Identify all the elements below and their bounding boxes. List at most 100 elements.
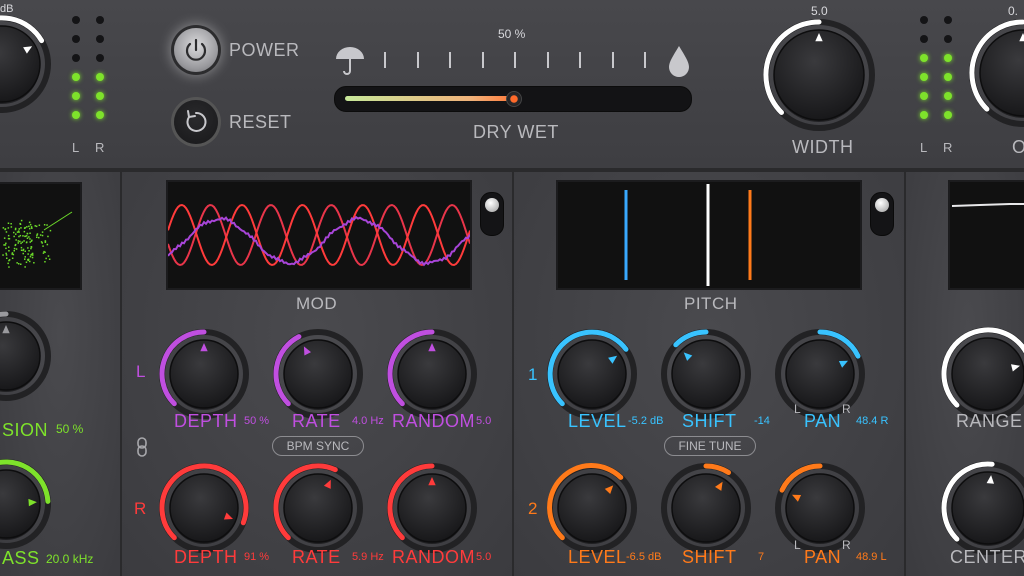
meter-led	[96, 111, 104, 119]
voice-2-shift-knob[interactable]	[660, 462, 752, 554]
right-knob-value: 0.	[1008, 4, 1019, 18]
scatter-dot	[23, 227, 26, 229]
pitch-display-toggle[interactable]	[870, 192, 894, 236]
voice-1-pan-l: L	[794, 402, 801, 416]
drywet-tick	[579, 52, 581, 68]
center-knob[interactable]	[940, 460, 1024, 556]
scatter-dot	[22, 252, 24, 255]
voice-1-shift-label: SHIFT	[682, 411, 737, 431]
scatter-dot	[30, 246, 32, 248]
left-panel-knob-2[interactable]	[0, 458, 52, 550]
scatter-dot	[28, 250, 30, 252]
input-gain-knob[interactable]	[0, 14, 52, 114]
scatter-dot	[11, 252, 14, 254]
scatter-dot	[14, 244, 16, 247]
meter-led	[920, 54, 928, 62]
center-label: CENTER	[950, 547, 1024, 567]
pitch-panel: PITCH 1 2 L R LEVEL -5.2 dB SHIFT -14 PA…	[512, 172, 906, 576]
pitch-row-2-label: 2	[528, 499, 538, 518]
scatter-line	[43, 211, 73, 231]
drywet-tick	[546, 52, 549, 68]
left-panel-knob-1[interactable]	[0, 310, 52, 402]
scatter-dot	[29, 260, 31, 263]
scatter-dot	[7, 262, 9, 265]
scatter-dot	[20, 249, 23, 251]
scatter-dot	[27, 247, 29, 249]
mod-r-random-label: RANDOM	[392, 547, 475, 567]
scatter-dot	[16, 262, 18, 264]
power-button[interactable]	[174, 28, 218, 72]
voice-1-shift-knob[interactable]	[660, 328, 752, 420]
scatter-dot	[47, 235, 49, 238]
voice-2-level-value: -6.5 dB	[626, 551, 662, 563]
plugin-window: dB L R POWER RESET 50 % DRY WET 5.0 WIDT…	[0, 0, 1024, 576]
voice-2-pan-knob[interactable]	[774, 462, 866, 554]
scatter-dot	[15, 233, 17, 235]
scatter-dot	[19, 223, 22, 225]
scatter-dot	[26, 232, 29, 235]
range-label: RANGE	[956, 411, 1023, 431]
scatter-dot	[25, 235, 28, 237]
mod-r-rate-knob[interactable]	[272, 462, 364, 554]
mod-r-random-knob[interactable]	[386, 462, 478, 554]
mod-r-depth-knob[interactable]	[158, 462, 250, 554]
drywet-tick	[611, 52, 614, 68]
meter-led	[72, 92, 80, 100]
voice-2-pan-r: R	[842, 538, 851, 552]
meter-led	[920, 73, 928, 81]
drywet-tick	[514, 52, 516, 68]
pitch-title: PITCH	[684, 294, 738, 313]
scatter-dot	[13, 250, 15, 252]
mod-l-random-knob[interactable]	[386, 328, 478, 420]
scatter-dot	[24, 250, 26, 252]
scatter-dot	[10, 226, 13, 228]
scatter-dot	[20, 242, 22, 245]
drywet-slider-handle[interactable]	[506, 91, 522, 107]
drywet-tick	[449, 52, 451, 68]
mod-r-random-value: 5.0	[476, 551, 492, 563]
scatter-dot	[30, 240, 33, 242]
scatter-dot	[13, 231, 15, 234]
scatter-dot	[46, 243, 49, 246]
scatter-dot	[8, 250, 10, 252]
width-knob[interactable]	[762, 18, 876, 132]
scatter-dot	[2, 254, 4, 256]
link-icon[interactable]	[136, 436, 148, 458]
scatter-dot	[11, 257, 14, 259]
scatter-dot	[47, 255, 50, 257]
voice-1-level-knob[interactable]	[546, 328, 638, 420]
voice-2-level-knob[interactable]	[546, 462, 638, 554]
mod-l-random-label: RANDOM	[392, 411, 475, 431]
mod-l-depth-knob[interactable]	[158, 328, 250, 420]
meter-l-label-right: L	[920, 140, 928, 155]
width-value: 5.0	[811, 4, 828, 18]
scatter-dot	[20, 246, 23, 249]
reset-button[interactable]	[174, 100, 218, 144]
voice-1-pan-knob[interactable]	[774, 328, 866, 420]
mod-l-depth-label: DEPTH	[174, 411, 238, 431]
scatter-dot	[19, 234, 22, 237]
scatter-dot	[5, 242, 7, 245]
mod-l-rate-value: 4.0 Hz	[352, 415, 384, 427]
bpm-sync-button[interactable]: BPM SYNC	[272, 436, 364, 456]
scatter-dot	[8, 266, 10, 268]
meter-r-label-right: R	[943, 140, 953, 155]
scatter-dot	[29, 223, 32, 226]
drywet-slider[interactable]	[334, 86, 692, 112]
scatter-dot	[29, 255, 32, 258]
mod-l-rate-knob[interactable]	[272, 328, 364, 420]
scatter-dot	[19, 240, 21, 243]
mod-r-rate-value: 5.9 Hz	[352, 551, 384, 563]
mod-display-toggle[interactable]	[480, 192, 504, 236]
scatter-dot	[29, 232, 31, 234]
meter-led	[72, 111, 80, 119]
scatter-dot	[3, 244, 5, 246]
scatter-dot	[28, 225, 30, 228]
fine-tune-button[interactable]: FINE TUNE	[664, 436, 756, 456]
meter-led	[944, 92, 952, 100]
scatter-dot	[43, 224, 46, 226]
scatter-dot	[38, 224, 41, 226]
drywet-tick	[644, 52, 646, 68]
range-knob[interactable]	[940, 326, 1024, 422]
output-gain-knob[interactable]	[968, 18, 1024, 128]
